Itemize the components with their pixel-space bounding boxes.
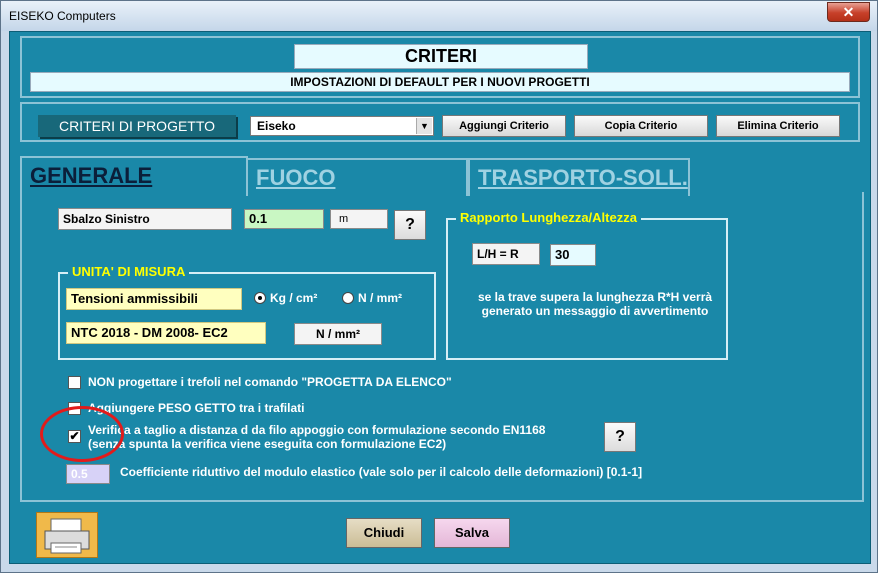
tab-generale[interactable]: GENERALE — [20, 156, 248, 194]
lh-input[interactable]: 30 — [550, 244, 596, 266]
coefficiente-input[interactable]: 0.5 — [66, 464, 110, 484]
criteria-label: CRITERI DI PROGETTO — [38, 115, 236, 137]
close-button[interactable]: ✕ — [827, 2, 870, 22]
radio-kg-cm2[interactable] — [254, 292, 266, 304]
tab-fuoco[interactable]: FUOCO — [246, 158, 468, 196]
header-panel: CRITERI IMPOSTAZIONI DI DEFAULT PER I NU… — [20, 36, 860, 98]
delete-criterion-button[interactable]: Elimina Criterio — [716, 115, 840, 137]
page-title: CRITERI — [294, 44, 588, 69]
criteria-select[interactable]: Eiseko ▼ — [250, 116, 434, 136]
radio-n-mm2[interactable] — [342, 292, 354, 304]
coefficiente-label: Coefficiente riduttivo del modulo elasti… — [120, 465, 643, 479]
verifica-help-button[interactable]: ? — [604, 422, 636, 452]
ntc-unit: N / mm² — [294, 323, 382, 345]
main-form: CRITERI IMPOSTAZIONI DI DEFAULT PER I NU… — [9, 31, 871, 564]
unita-title: UNITA' DI MISURA — [68, 264, 190, 279]
verifica-label-line2: (senza spunta la verifica viene eseguita… — [88, 437, 447, 451]
criteria-select-value: Eiseko — [257, 119, 296, 133]
rapporto-note: se la trave supera la lunghezza R*H verr… — [477, 290, 713, 318]
chevron-down-icon[interactable]: ▼ — [416, 118, 432, 134]
rapporto-title: Rapporto Lunghezza/Altezza — [456, 210, 641, 225]
close-form-button[interactable]: Chiudi — [346, 518, 422, 548]
save-button[interactable]: Salva — [434, 518, 510, 548]
peso-getto-label: Aggiungere PESO GETTO tra i trafilati — [88, 401, 305, 415]
page-subtitle: IMPOSTAZIONI DI DEFAULT PER I NUOVI PROG… — [30, 72, 850, 92]
unita-group: UNITA' DI MISURA — [58, 264, 436, 360]
add-criterion-button[interactable]: Aggiungi Criterio — [442, 115, 566, 137]
sbalzo-input[interactable]: 0.1 — [244, 209, 324, 229]
tab-trasporto[interactable]: TRASPORTO-SOLL. — [468, 158, 690, 196]
window-title: EISEKO Computers — [9, 9, 116, 23]
sbalzo-label: Sbalzo Sinistro — [58, 208, 232, 230]
sbalzo-unit: m — [330, 209, 388, 229]
title-bar: EISEKO Computers ✕ — [1, 1, 877, 31]
radio-n-mm2-label: N / mm² — [358, 291, 403, 305]
copy-criterion-button[interactable]: Copia Criterio — [574, 115, 708, 137]
app-window: EISEKO Computers ✕ CRITERI IMPOSTAZIONI … — [0, 0, 878, 573]
annotation-circle — [40, 406, 124, 462]
criteria-panel: CRITERI DI PROGETTO Eiseko ▼ Aggiungi Cr… — [20, 102, 860, 142]
ntc-label: NTC 2018 - DM 2008- EC2 — [66, 322, 266, 344]
radio-kg-cm2-label: Kg / cm² — [270, 291, 318, 305]
rapporto-group: Rapporto Lunghezza/Altezza — [446, 210, 728, 360]
trefoli-checkbox[interactable] — [68, 376, 81, 389]
tensioni-label: Tensioni ammissibili — [66, 288, 242, 310]
sbalzo-help-button[interactable]: ? — [394, 210, 426, 240]
trefoli-label: NON progettare i trefoli nel comando "PR… — [88, 375, 452, 389]
lh-label: L/H = R — [472, 243, 540, 265]
printer-icon[interactable] — [36, 512, 98, 558]
verifica-label-line1: Verifica a taglio a distanza d da filo a… — [88, 423, 546, 437]
